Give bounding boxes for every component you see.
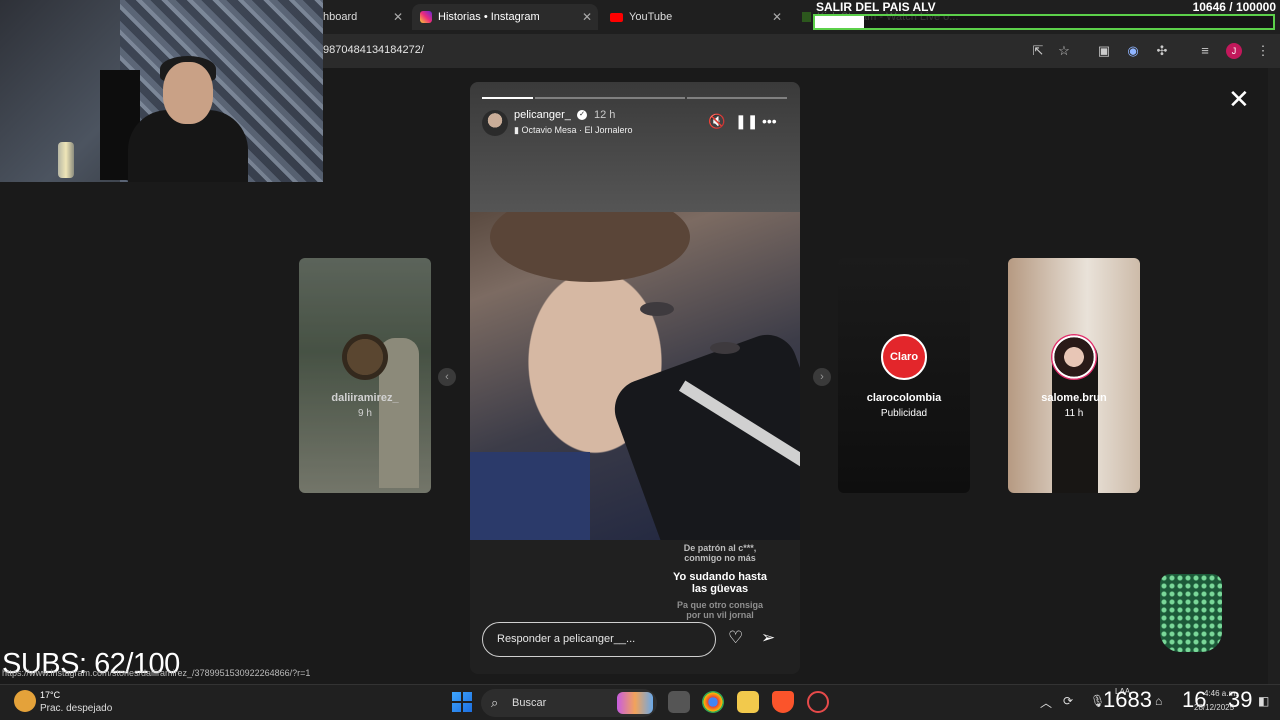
story-username: salome.brun: [1041, 392, 1107, 404]
tab-instagram[interactable]: Historias • Instagram ✕: [412, 4, 598, 30]
active-story: pelicanger_ ✓ 12 h ▮ Octavio Mesa · El J…: [470, 82, 800, 674]
weather-icon[interactable]: [14, 690, 36, 712]
extension-icon[interactable]: ▣: [1096, 43, 1112, 59]
story-time: 9 h: [358, 408, 372, 419]
overlay-number: 1683: [1103, 687, 1152, 712]
gumball-jar-widget: [1160, 574, 1222, 652]
weather-desc: Prac. despejado: [40, 703, 113, 714]
story-song[interactable]: ▮ Octavio Mesa · El Jornalero: [514, 125, 633, 136]
sync-icon[interactable]: ⟳: [1063, 694, 1073, 708]
verified-badge-icon: ✓: [577, 110, 587, 120]
side-story-card[interactable]: salome.brun 11 h: [1008, 258, 1140, 493]
taskbar: 17°C Prac. despejado ⌕ Buscar ︿ ⟳ 🎙 LAA …: [0, 684, 1280, 720]
reply-input[interactable]: Responder a pelicanger__...: [482, 622, 716, 657]
search-label: Buscar: [512, 697, 547, 709]
stream-goal-overlay: SALIR DEL PAIS ALV 10646 / 100000: [813, 0, 1280, 32]
network-icon[interactable]: ⌂: [1155, 694, 1162, 708]
search-highlight-icon: [617, 692, 653, 714]
next-story-button[interactable]: ›: [813, 368, 831, 386]
url-text[interactable]: 9870484134184272/: [323, 44, 424, 56]
story-progress-segment: [482, 97, 533, 99]
more-options-icon[interactable]: •••: [762, 113, 777, 129]
youtube-icon: [610, 12, 623, 22]
story-progress-segment: [687, 97, 787, 99]
lyric-line: Yo sudando hasta las güevas: [673, 571, 767, 595]
story-time: 11 h: [1064, 408, 1084, 419]
menu-icon[interactable]: ⋮: [1255, 43, 1271, 59]
instagram-icon: [420, 11, 432, 23]
cast-icon[interactable]: ⇱: [1030, 43, 1046, 59]
kick-icon: [802, 12, 811, 22]
weather-temp: 17°C: [40, 690, 61, 700]
claro-logo: Claro: [881, 334, 927, 380]
song-label: Octavio Mesa · El Jornalero: [521, 125, 633, 135]
brave-icon[interactable]: [772, 691, 794, 713]
side-story-card[interactable]: daliiramirez_ 9 h: [299, 258, 431, 493]
story-progress-segment: [535, 97, 685, 99]
share-send-icon[interactable]: ➢: [761, 628, 775, 648]
profile-avatar[interactable]: J: [1226, 43, 1242, 59]
story-username: daliiramirez_: [331, 392, 399, 404]
story-author-username[interactable]: pelicanger_: [514, 109, 571, 121]
tab-label: YouTube: [629, 11, 673, 23]
previous-story-button[interactable]: ‹: [438, 368, 456, 386]
puzzle-icon[interactable]: ✣: [1154, 43, 1170, 59]
pause-icon[interactable]: ❚❚: [735, 113, 758, 130]
goal-count: 10646 / 100000: [1192, 0, 1276, 14]
media-control-icon[interactable]: ≡: [1197, 43, 1213, 59]
story-avatar: [1051, 334, 1097, 380]
story-photo: [470, 212, 800, 540]
mute-icon[interactable]: 🔇: [708, 113, 725, 130]
tab-label: hboard: [323, 11, 358, 23]
status-bar-url: https://www.instagram.com/stories/daliir…: [2, 668, 311, 678]
goal-progress-fill: [815, 16, 864, 28]
webcam-overlay: [0, 0, 323, 182]
chrome-icon[interactable]: [702, 691, 724, 713]
story-avatar: [342, 334, 388, 380]
lyric-line: De patrón al c***, conmigo no más: [683, 543, 757, 563]
close-tab-icon[interactable]: ✕: [772, 10, 782, 24]
story-sponsored: Publicidad: [880, 408, 928, 419]
tab-dashboard[interactable]: hboard ✕: [323, 4, 409, 30]
story-username: clarocolombia: [866, 392, 942, 404]
close-stories-icon[interactable]: ✕: [1228, 86, 1250, 112]
search-icon: ⌕: [491, 695, 499, 710]
goal-title: SALIR DEL PAIS ALV: [816, 0, 936, 14]
tray-chevron-icon[interactable]: ︿: [1040, 694, 1052, 711]
close-tab-icon[interactable]: ✕: [582, 10, 592, 24]
tab-youtube[interactable]: YouTube ✕: [602, 4, 788, 30]
like-heart-icon[interactable]: ♡: [728, 628, 743, 648]
bookmark-star-icon[interactable]: ☆: [1056, 43, 1072, 59]
task-view-icon[interactable]: [668, 691, 690, 713]
overlay-number: 39: [1228, 687, 1253, 712]
story-time-ago: 12 h: [594, 109, 616, 121]
scrollbar[interactable]: [1268, 68, 1280, 684]
windows-start-icon[interactable]: [452, 692, 472, 712]
tab-label: Historias • Instagram: [438, 11, 540, 23]
lyric-line: Pa que otro consiga por un vil jornal: [676, 600, 763, 620]
file-explorer-icon[interactable]: [737, 691, 759, 713]
discord-icon[interactable]: ◉: [1125, 43, 1141, 59]
taskbar-search[interactable]: ⌕ Buscar: [481, 689, 657, 717]
goal-progress-bar: [813, 14, 1275, 30]
obs-icon[interactable]: [807, 691, 829, 713]
close-tab-icon[interactable]: ✕: [393, 10, 403, 24]
side-story-card[interactable]: Claro clarocolombia Publicidad: [838, 258, 970, 493]
notification-icon[interactable]: ◧: [1258, 694, 1269, 708]
story-author-avatar[interactable]: [482, 110, 508, 136]
story-header-area: [470, 82, 800, 212]
